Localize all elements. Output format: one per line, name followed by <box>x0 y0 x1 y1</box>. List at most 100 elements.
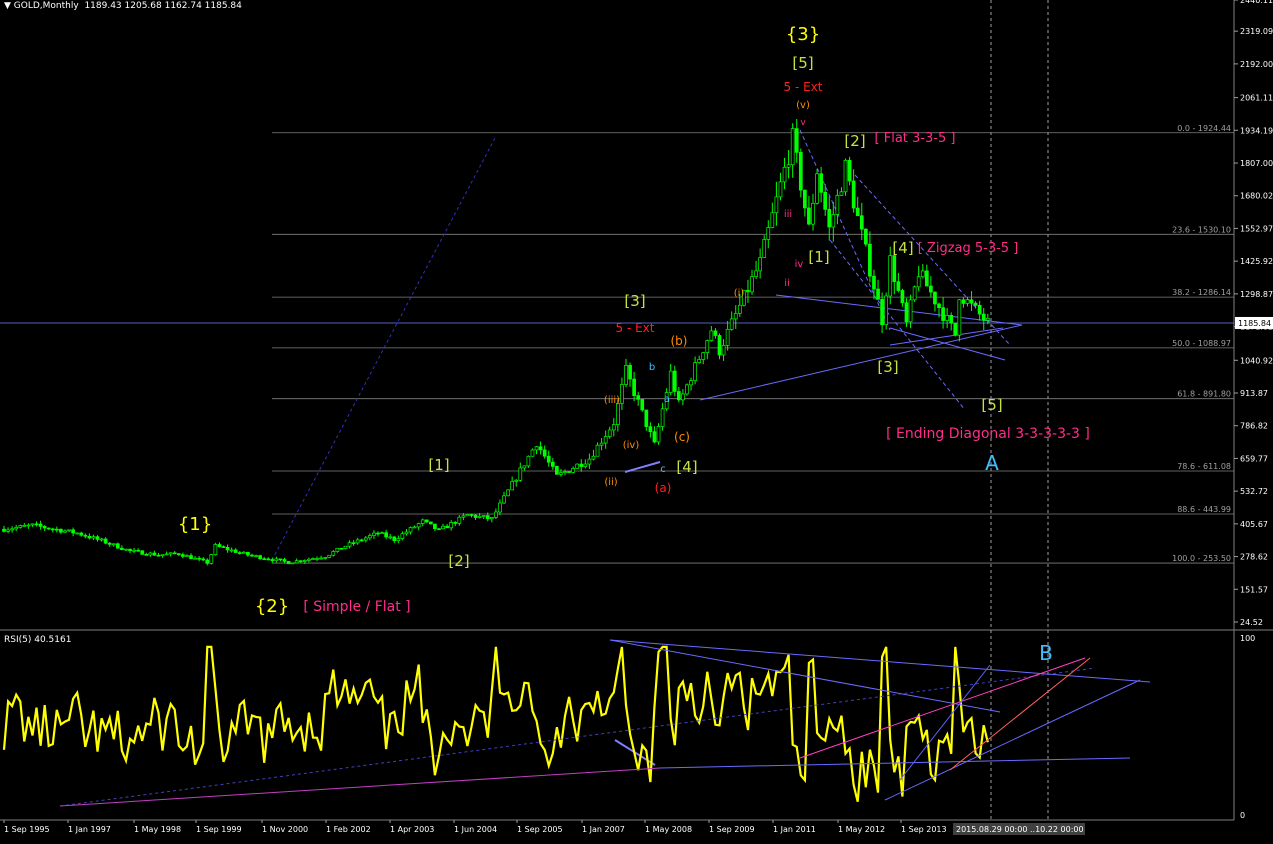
price-tick-label: 1552.97 <box>1240 224 1273 233</box>
candle-body <box>750 276 754 293</box>
candle-body <box>319 557 323 560</box>
candle-body <box>168 552 173 555</box>
candle-body <box>164 553 169 556</box>
candle-body <box>311 558 315 560</box>
candle-body <box>904 302 909 323</box>
wave-label: (v) <box>796 100 810 111</box>
candle-body <box>770 212 775 228</box>
candle-body <box>429 521 433 525</box>
candle-body <box>644 409 649 427</box>
candle-body <box>506 489 510 497</box>
candle-body <box>538 446 543 451</box>
candle-body <box>628 365 632 380</box>
time-tick-label: 1 Apr 2003 <box>390 825 434 834</box>
candle-body <box>111 543 116 546</box>
candle-body <box>803 189 807 209</box>
wave-label: [4] <box>892 239 913 257</box>
chart-canvas[interactable]: 0.0 - 1924.44 23.6 - 1530.10 38.2 - 1286.1… <box>0 0 1273 840</box>
candle-body <box>26 524 31 527</box>
time-tick-label: 1 Sep 2005 <box>517 825 563 834</box>
candle-body <box>705 340 710 353</box>
rsi-tick-label: 100 <box>1240 634 1255 643</box>
price-tick-label: 1425.92 <box>1240 257 1273 266</box>
candle-body <box>839 191 844 196</box>
candle-body <box>343 545 348 549</box>
candle-body <box>892 255 897 282</box>
wave-label: a <box>664 394 670 405</box>
candle-body <box>778 181 783 198</box>
time-tick-label: 1 Sep 2009 <box>709 825 755 834</box>
candle-body <box>896 281 901 291</box>
fib-level-label: 50.0 - 1088.97 <box>1172 339 1231 348</box>
candle-body <box>136 549 141 552</box>
fib-level-label: 88.6 - 443.99 <box>1177 505 1231 514</box>
price-tick-label: 786.82 <box>1240 422 1268 431</box>
wave-label: 5 - Ext <box>616 321 655 335</box>
candle-body <box>689 380 693 386</box>
wave-label: (ii) <box>604 477 617 488</box>
candle-body <box>900 290 905 304</box>
price-tick-label: 1040.92 <box>1240 356 1273 365</box>
candle-body <box>315 558 319 560</box>
candle-body <box>713 330 718 336</box>
wave-label: [ Zigzag 5-3-5 ] <box>918 241 1019 256</box>
wave-label: [2] <box>448 552 469 570</box>
candle-body <box>945 315 950 321</box>
fib-level-label: 61.8 - 891.80 <box>1177 390 1231 399</box>
candle-body <box>152 552 157 556</box>
candle-body <box>884 295 889 326</box>
time-tick-label: 1 Jan 2011 <box>773 825 816 834</box>
candle-body <box>640 399 645 411</box>
candle-body <box>372 532 376 536</box>
candle-body <box>636 395 641 400</box>
fib-level-label: 23.6 - 1530.10 <box>1172 225 1231 234</box>
candle-body <box>193 557 197 560</box>
candle-body <box>876 288 880 300</box>
candle-body <box>156 554 161 557</box>
candle-body <box>400 533 405 539</box>
wave-label: [4] <box>676 458 697 476</box>
candle-body <box>701 352 706 360</box>
price-tick-label: 2319.09 <box>1240 27 1273 36</box>
candle-body <box>59 528 63 533</box>
candle-body <box>587 458 592 465</box>
symbol-label: GOLD,Monthly <box>13 1 79 11</box>
candle-body <box>473 514 478 518</box>
time-tick-label: 1 Nov 2000 <box>262 825 308 834</box>
candle-body <box>351 542 356 545</box>
candle-body <box>794 128 799 153</box>
wave-label: 5 - Ext <box>784 80 823 94</box>
candle-body <box>937 303 941 309</box>
candle-body <box>595 444 600 457</box>
candle-body <box>197 557 201 560</box>
ohlc-values: 1189.43 1205.68 1162.74 1185.84 <box>84 1 242 11</box>
candle-body <box>79 532 84 536</box>
candle-body <box>91 536 96 539</box>
rsi-tick-label: 0 <box>1240 811 1245 820</box>
rsi-label: RSI(5) 40.5161 <box>4 635 72 645</box>
price-tick-label: 2440.11 <box>1240 0 1273 5</box>
candle-body <box>408 527 413 533</box>
time-tick-label: 1 Sep 1995 <box>4 825 50 834</box>
time-tick-label: 1 Jan 1997 <box>68 825 111 834</box>
candle-body <box>392 536 397 541</box>
candle-body <box>221 546 226 548</box>
candle-body <box>282 559 287 562</box>
candle-body <box>929 285 933 293</box>
candle-body <box>807 207 811 225</box>
candle-body <box>725 328 730 346</box>
candle-body <box>949 315 954 324</box>
price-tick-label: 532.72 <box>1240 487 1268 496</box>
candle-body <box>697 359 702 363</box>
candle-body <box>502 495 506 504</box>
candle-body <box>721 344 726 356</box>
chart-window[interactable]: 0.0 - 1924.44 23.6 - 1530.10 38.2 - 1286.1… <box>0 0 1273 840</box>
candle-body <box>189 555 193 560</box>
candle-body <box>530 449 535 457</box>
candle-body <box>465 514 470 517</box>
wave-label: [ Simple / Flat ] <box>303 599 410 615</box>
candle-body <box>786 164 791 168</box>
candle-body <box>250 554 254 557</box>
time-tick-label: 1 Feb 2002 <box>326 825 371 834</box>
candle-body <box>754 270 758 278</box>
